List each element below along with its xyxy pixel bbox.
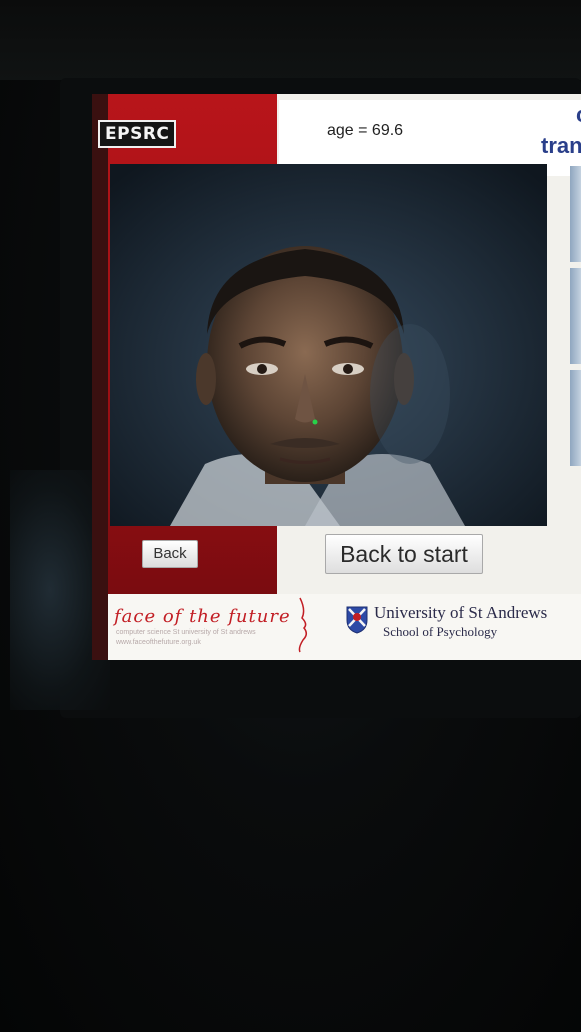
photo-scene: EPSRC age = 69.6 c tran <box>0 0 581 1032</box>
back-to-start-button[interactable]: Back to start <box>325 534 483 574</box>
back-button[interactable]: Back <box>142 540 198 568</box>
age-label: age = 69.6 <box>327 122 404 139</box>
face-of-the-future-subtitle: computer science St university of St and… <box>116 629 256 636</box>
right-side-tabs <box>570 166 581 476</box>
university-crest-icon <box>346 606 368 634</box>
face-photo-icon <box>110 164 547 526</box>
title-fragment: tran <box>541 133 581 158</box>
side-tab[interactable] <box>570 166 581 262</box>
epsrc-logo: EPSRC <box>98 120 177 148</box>
university-name: University of St Andrews <box>374 603 548 622</box>
school-name: School of Psychology <box>383 624 498 639</box>
face-of-the-future-logo: face of the future <box>114 606 291 627</box>
title-fragment-top: c <box>576 102 581 128</box>
background-wall <box>0 0 581 80</box>
screen-left-edge <box>92 94 108 660</box>
footer: face of the future computer science St u… <box>108 594 581 660</box>
face-of-the-future-url: www.faceofthefuture.org.uk <box>116 639 201 646</box>
face-profile-icon <box>298 597 307 653</box>
face-image <box>110 164 547 526</box>
kiosk-screen: EPSRC age = 69.6 c tran <box>92 94 581 660</box>
side-tab[interactable] <box>570 370 581 466</box>
side-tab[interactable] <box>570 268 581 364</box>
